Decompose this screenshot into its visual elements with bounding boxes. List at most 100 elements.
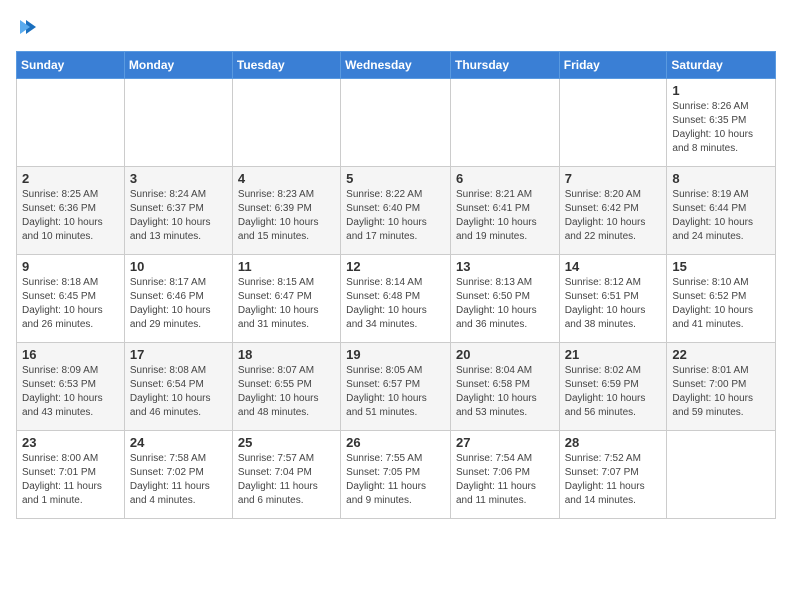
calendar-cell: 13 Sunrise: 8:13 AM Sunset: 6:50 PM Dayli… (450, 255, 559, 343)
calendar-cell: 3 Sunrise: 8:24 AM Sunset: 6:37 PM Daylig… (124, 167, 232, 255)
day-info: Sunrise: 8:18 AM Sunset: 6:45 PM Dayligh… (22, 276, 119, 332)
calendar-cell: 27 Sunrise: 7:54 AM Sunset: 7:06 PM Dayli… (450, 431, 559, 519)
calendar-cell: 12 Sunrise: 8:14 AM Sunset: 6:48 PM Dayli… (341, 255, 451, 343)
calendar-table: SundayMondayTuesdayWednesdayThursdayFrid… (16, 51, 776, 519)
day-info: Sunrise: 7:54 AM Sunset: 7:06 PM Dayligh… (456, 452, 554, 508)
day-info: Sunrise: 8:23 AM Sunset: 6:39 PM Dayligh… (238, 188, 335, 244)
day-info: Sunrise: 8:13 AM Sunset: 6:50 PM Dayligh… (456, 276, 554, 332)
day-number: 3 (130, 171, 227, 186)
calendar-cell: 22 Sunrise: 8:01 AM Sunset: 7:00 PM Dayli… (667, 343, 776, 431)
day-number: 4 (238, 171, 335, 186)
calendar-cell: 7Sunrise: 8:20 AM Sunset: 6:42 PM Daylig… (559, 167, 667, 255)
calendar-cell: 5 Sunrise: 8:22 AM Sunset: 6:40 PM Daylig… (341, 167, 451, 255)
day-info: Sunrise: 8:25 AM Sunset: 6:36 PM Dayligh… (22, 188, 119, 244)
day-number: 9 (22, 259, 119, 274)
day-number: 5 (346, 171, 445, 186)
calendar-cell: 15 Sunrise: 8:10 AM Sunset: 6:52 PM Dayli… (667, 255, 776, 343)
weekday-header-monday: Monday (124, 52, 232, 79)
calendar-cell: 4 Sunrise: 8:23 AM Sunset: 6:39 PM Daylig… (232, 167, 340, 255)
calendar-cell (450, 79, 559, 167)
day-number: 8 (672, 171, 770, 186)
day-number: 27 (456, 435, 554, 450)
calendar-cell: 19 Sunrise: 8:05 AM Sunset: 6:57 PM Dayli… (341, 343, 451, 431)
day-number: 23 (22, 435, 119, 450)
day-number: 24 (130, 435, 227, 450)
day-info: Sunrise: 8:26 AM Sunset: 6:35 PM Dayligh… (672, 100, 770, 156)
calendar-cell: 1 Sunrise: 8:26 AM Sunset: 6:35 PM Daylig… (667, 79, 776, 167)
day-number: 19 (346, 347, 445, 362)
calendar-cell: 26 Sunrise: 7:55 AM Sunset: 7:05 PM Dayli… (341, 431, 451, 519)
day-info: Sunrise: 8:24 AM Sunset: 6:37 PM Dayligh… (130, 188, 227, 244)
calendar-cell (559, 79, 667, 167)
calendar-cell (232, 79, 340, 167)
day-number: 13 (456, 259, 554, 274)
weekday-header-wednesday: Wednesday (341, 52, 451, 79)
calendar-cell (124, 79, 232, 167)
day-info: Sunrise: 7:58 AM Sunset: 7:02 PM Dayligh… (130, 452, 227, 508)
weekday-header-friday: Friday (559, 52, 667, 79)
calendar-cell: 28 Sunrise: 7:52 AM Sunset: 7:07 PM Dayli… (559, 431, 667, 519)
day-number: 2 (22, 171, 119, 186)
day-info: Sunrise: 8:22 AM Sunset: 6:40 PM Dayligh… (346, 188, 445, 244)
calendar-cell: 18 Sunrise: 8:07 AM Sunset: 6:55 PM Dayli… (232, 343, 340, 431)
day-number: 26 (346, 435, 445, 450)
day-info: Sunrise: 8:19 AM Sunset: 6:44 PM Dayligh… (672, 188, 770, 244)
calendar-cell: 8 Sunrise: 8:19 AM Sunset: 6:44 PM Daylig… (667, 167, 776, 255)
calendar-cell (667, 431, 776, 519)
logo (16, 16, 42, 43)
day-info: Sunrise: 8:21 AM Sunset: 6:41 PM Dayligh… (456, 188, 554, 244)
calendar-cell: 11 Sunrise: 8:15 AM Sunset: 6:47 PM Dayli… (232, 255, 340, 343)
calendar-cell: 23 Sunrise: 8:00 AM Sunset: 7:01 PM Dayli… (17, 431, 125, 519)
calendar-cell: 9 Sunrise: 8:18 AM Sunset: 6:45 PM Daylig… (17, 255, 125, 343)
day-number: 1 (672, 83, 770, 98)
day-number: 14 (565, 259, 662, 274)
day-info: Sunrise: 8:02 AM Sunset: 6:59 PM Dayligh… (565, 364, 662, 420)
calendar-cell: 17 Sunrise: 8:08 AM Sunset: 6:54 PM Dayli… (124, 343, 232, 431)
day-info: Sunrise: 8:05 AM Sunset: 6:57 PM Dayligh… (346, 364, 445, 420)
day-number: 20 (456, 347, 554, 362)
calendar-cell: 2 Sunrise: 8:25 AM Sunset: 6:36 PM Daylig… (17, 167, 125, 255)
day-number: 28 (565, 435, 662, 450)
page-header (16, 16, 776, 43)
logo-icon (18, 16, 40, 38)
day-info: Sunrise: 7:52 AM Sunset: 7:07 PM Dayligh… (565, 452, 662, 508)
calendar-cell: 14 Sunrise: 8:12 AM Sunset: 6:51 PM Dayli… (559, 255, 667, 343)
calendar-cell: 21 Sunrise: 8:02 AM Sunset: 6:59 PM Dayli… (559, 343, 667, 431)
day-number: 11 (238, 259, 335, 274)
day-number: 12 (346, 259, 445, 274)
calendar-cell: 20 Sunrise: 8:04 AM Sunset: 6:58 PM Dayli… (450, 343, 559, 431)
calendar-cell: 24 Sunrise: 7:58 AM Sunset: 7:02 PM Dayli… (124, 431, 232, 519)
calendar-cell: 6Sunrise: 8:21 AM Sunset: 6:41 PM Daylig… (450, 167, 559, 255)
day-number: 18 (238, 347, 335, 362)
calendar-cell: 10 Sunrise: 8:17 AM Sunset: 6:46 PM Dayli… (124, 255, 232, 343)
day-info: Sunrise: 8:09 AM Sunset: 6:53 PM Dayligh… (22, 364, 119, 420)
day-info: Sunrise: 8:04 AM Sunset: 6:58 PM Dayligh… (456, 364, 554, 420)
day-number: 21 (565, 347, 662, 362)
day-number: 25 (238, 435, 335, 450)
day-info: Sunrise: 8:01 AM Sunset: 7:00 PM Dayligh… (672, 364, 770, 420)
calendar-cell: 16 Sunrise: 8:09 AM Sunset: 6:53 PM Dayli… (17, 343, 125, 431)
day-info: Sunrise: 7:57 AM Sunset: 7:04 PM Dayligh… (238, 452, 335, 508)
calendar-cell (17, 79, 125, 167)
day-number: 16 (22, 347, 119, 362)
calendar-cell: 25 Sunrise: 7:57 AM Sunset: 7:04 PM Dayli… (232, 431, 340, 519)
day-info: Sunrise: 7:55 AM Sunset: 7:05 PM Dayligh… (346, 452, 445, 508)
day-info: Sunrise: 8:12 AM Sunset: 6:51 PM Dayligh… (565, 276, 662, 332)
day-info: Sunrise: 8:14 AM Sunset: 6:48 PM Dayligh… (346, 276, 445, 332)
day-info: Sunrise: 8:17 AM Sunset: 6:46 PM Dayligh… (130, 276, 227, 332)
day-number: 7 (565, 171, 662, 186)
day-number: 10 (130, 259, 227, 274)
day-info: Sunrise: 8:00 AM Sunset: 7:01 PM Dayligh… (22, 452, 119, 508)
day-info: Sunrise: 8:10 AM Sunset: 6:52 PM Dayligh… (672, 276, 770, 332)
weekday-header-thursday: Thursday (450, 52, 559, 79)
day-number: 15 (672, 259, 770, 274)
day-info: Sunrise: 8:15 AM Sunset: 6:47 PM Dayligh… (238, 276, 335, 332)
calendar-cell (341, 79, 451, 167)
day-number: 17 (130, 347, 227, 362)
day-info: Sunrise: 8:07 AM Sunset: 6:55 PM Dayligh… (238, 364, 335, 420)
weekday-header-saturday: Saturday (667, 52, 776, 79)
weekday-header-sunday: Sunday (17, 52, 125, 79)
weekday-header-tuesday: Tuesday (232, 52, 340, 79)
day-info: Sunrise: 8:08 AM Sunset: 6:54 PM Dayligh… (130, 364, 227, 420)
day-number: 22 (672, 347, 770, 362)
